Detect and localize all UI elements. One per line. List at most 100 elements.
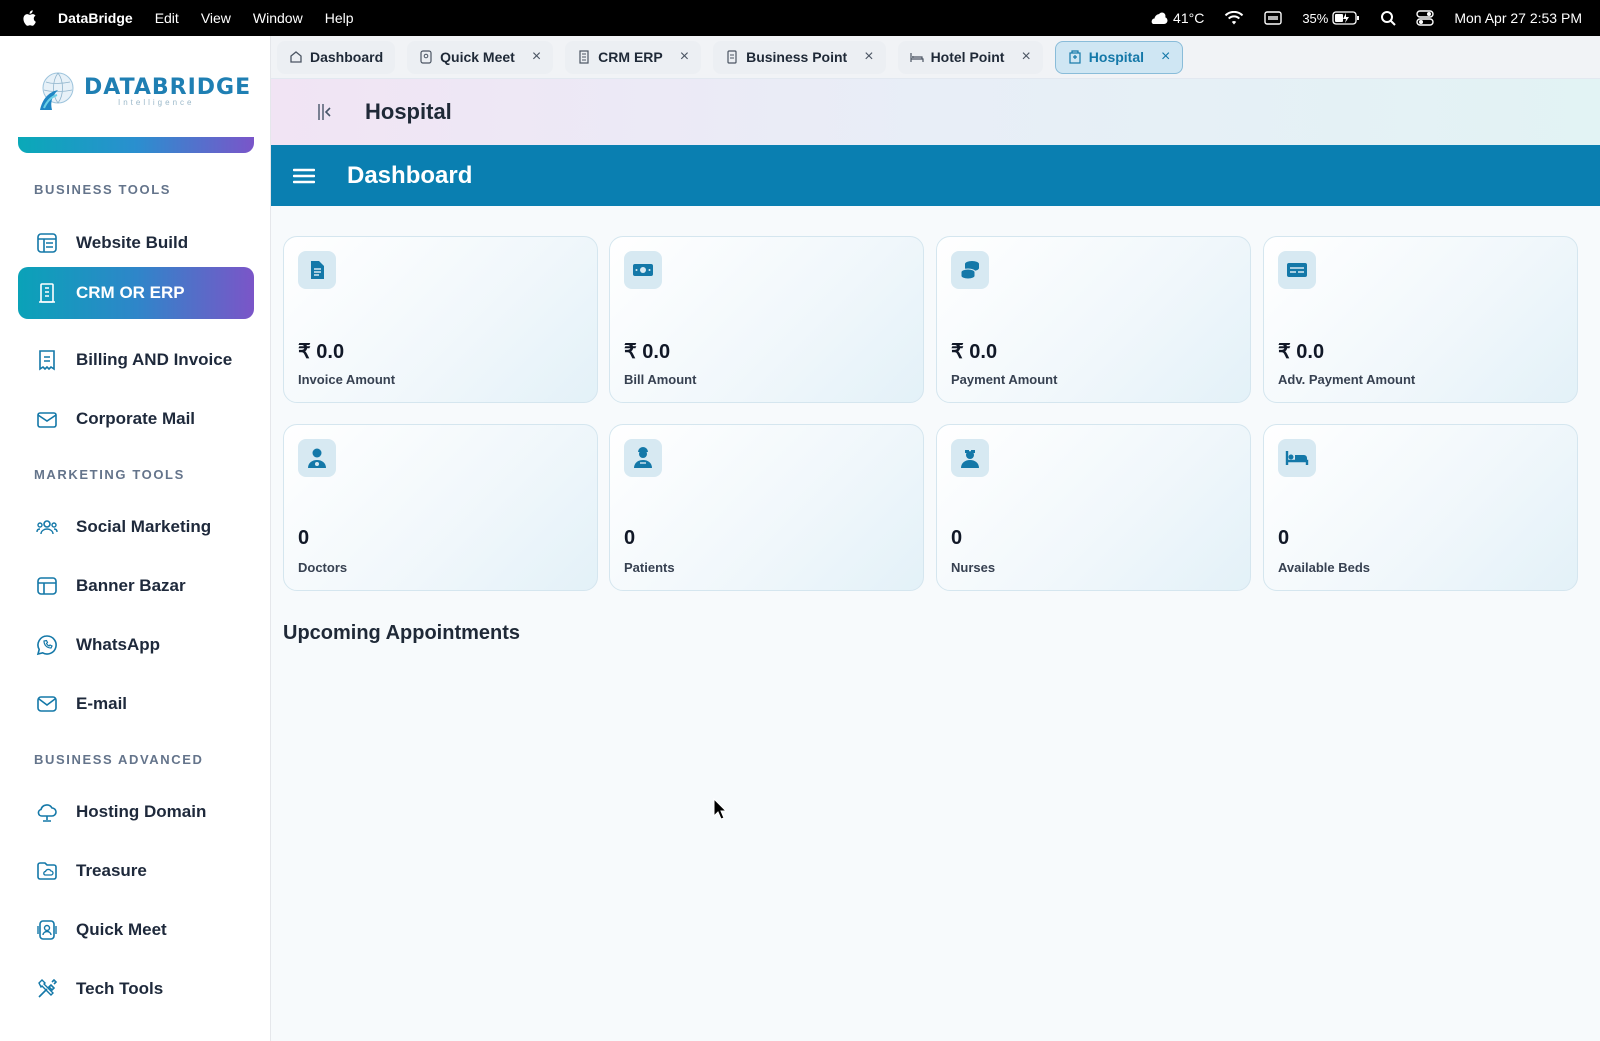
logo-brand-text: DATABRIDGE [84,75,252,100]
card-icon [1278,251,1316,289]
receipt-icon [39,350,55,371]
stat-card-invoice-amount[interactable]: ₹ 0.0 Invoice Amount [283,236,598,403]
sidebar-item-label: Corporate Mail [76,409,196,428]
sidebar-item-website-build[interactable]: Website Build [18,217,254,269]
stat-card-doctors[interactable]: 0 Doctors [283,424,598,591]
coins-icon [951,251,989,289]
layout-icon [37,233,57,253]
sidebar-item-label: E-mail [76,694,128,713]
weather-temp: 41°C [1173,10,1205,26]
section-business-tools: BUSINESS TOOLS [34,182,172,197]
section-marketing-tools: MARKETING TOOLS [34,467,185,482]
tab-close-icon[interactable]: × [1021,48,1030,66]
sidebar-item-crm-or-erp[interactable]: CRM OR ERP [18,267,254,319]
battery-icon [1332,11,1360,25]
sidebar-item-label: Hosting Domain [76,802,207,821]
sidebar-item-billing-and-invoice[interactable]: Billing AND Invoice [18,334,254,386]
stat-card-adv-payment-amount[interactable]: ₹ 0.0 Adv. Payment Amount [1263,236,1578,403]
nurse-icon [951,439,989,477]
tab-close-icon[interactable]: × [864,48,873,66]
doctor-icon [298,439,336,477]
meet-icon [420,50,432,64]
sidebar-item-treasure[interactable]: Treasure [18,845,254,897]
macos-menu-bar: DataBridge Edit View Window Help 41°C 35… [0,0,1600,36]
sidebar-gradient-strip [18,137,254,153]
menu-view[interactable]: View [201,10,231,26]
databridge-logo[interactable]: DATABRIDGE Intelligence [34,68,251,114]
sidebar-item-label: Banner Bazar [76,576,186,595]
bed-icon [1278,439,1316,477]
logo-tagline: Intelligence [118,98,195,107]
apple-icon[interactable] [0,9,58,27]
sidebar-item-label: Website Build [76,233,189,252]
envelope-icon [37,696,57,712]
sidebar-item-label: Tech Tools [76,979,164,998]
sidebar-item-label: CRM OR ERP [76,283,185,302]
weather-status[interactable]: 41°C [1149,10,1204,26]
app-name-menu[interactable]: DataBridge [58,10,133,26]
whatsapp-icon [36,635,57,656]
stat-card-patients[interactable]: 0 Patients [609,424,924,591]
sidebar-item-label: Billing AND Invoice [76,350,233,369]
sidebar-item-corporate-mail[interactable]: Corporate Mail [18,393,254,445]
mail-open-icon [37,412,57,428]
page-title: Hospital [365,99,452,124]
tab-dashboard[interactable]: Dashboard [277,40,396,74]
stat-card-bill-amount[interactable]: ₹ 0.0 Bill Amount [609,236,924,403]
keyboard-icon[interactable] [1264,11,1283,25]
sidebar-collapse-icon[interactable] [313,101,335,123]
sidebar-item-whatsapp[interactable]: WhatsApp [18,619,254,671]
tools-icon [38,978,58,998]
stat-label: Available Beds [1278,560,1371,575]
sidebar-item-label: Quick Meet [76,920,167,939]
tab-close-icon[interactable]: × [680,48,689,66]
sidebar-item-e-mail[interactable]: E-mail [18,678,254,730]
tab-crm-erp[interactable]: CRM ERP × [565,40,702,74]
tab-hospital[interactable]: Hospital × [1054,40,1184,74]
building-icon [579,50,589,64]
meet-icon [37,920,57,940]
mouse-cursor-icon [713,797,728,825]
stat-card-payment-amount[interactable]: ₹ 0.0 Payment Amount [936,236,1251,403]
sidebar-item-social-marketing[interactable]: Social Marketing [18,501,254,553]
sidebar-item-banner-bazar[interactable]: Banner Bazar [18,560,254,612]
stat-label: Payment Amount [951,372,1058,387]
section-business-advanced: BUSINESS ADVANCED [34,752,204,767]
tab-hotel-point[interactable]: Hotel Point × [897,40,1043,74]
sidebar-item-hosting-domain[interactable]: Hosting Domain [18,786,254,838]
menu-window[interactable]: Window [253,10,303,26]
battery-percent: 35% [1302,10,1329,26]
databridge-globe-icon [40,72,74,110]
tab-close-icon[interactable]: × [532,48,541,66]
stat-card-nurses[interactable]: 0 Nurses [936,424,1251,591]
tab-business-point[interactable]: Business Point × [713,40,886,74]
weather-cloud-sun-icon [1151,12,1168,24]
home-icon [290,51,302,63]
tab-label: Hotel Point [930,49,1005,65]
search-icon[interactable] [1380,10,1397,26]
stat-value: ₹ 0.0 [951,341,998,363]
hamburger-menu-icon[interactable] [293,167,315,185]
stat-card-available-beds[interactable]: 0 Available Beds [1263,424,1578,591]
menu-edit[interactable]: Edit [155,10,179,26]
dashboard-header-bar: Dashboard [271,145,1600,206]
stat-value: 0 [1278,527,1290,549]
tab-close-icon[interactable]: × [1161,48,1170,66]
menu-help[interactable]: Help [325,10,354,26]
clock[interactable]: Mon Apr 27 2:53 PM [1454,10,1582,26]
sidebar-item-tech-tools[interactable]: Tech Tools [18,963,254,1015]
document-icon [298,251,336,289]
tab-quick-meet[interactable]: Quick Meet × [407,40,554,74]
sidebar-item-label: WhatsApp [76,635,161,654]
stat-value: 0 [624,527,636,549]
stat-value: ₹ 0.0 [624,341,671,363]
tab-label: Hospital [1088,49,1145,65]
wifi-icon[interactable] [1224,10,1244,26]
users-icon [36,520,58,535]
control-center-icon[interactable] [1416,10,1435,26]
sidebar-item-quick-meet[interactable]: Quick Meet [18,904,254,956]
tab-label: Dashboard [310,49,384,65]
tab-label: Quick Meet [440,49,515,65]
battery-status[interactable]: 35% [1302,11,1360,26]
dashboard-title: Dashboard [347,161,473,189]
